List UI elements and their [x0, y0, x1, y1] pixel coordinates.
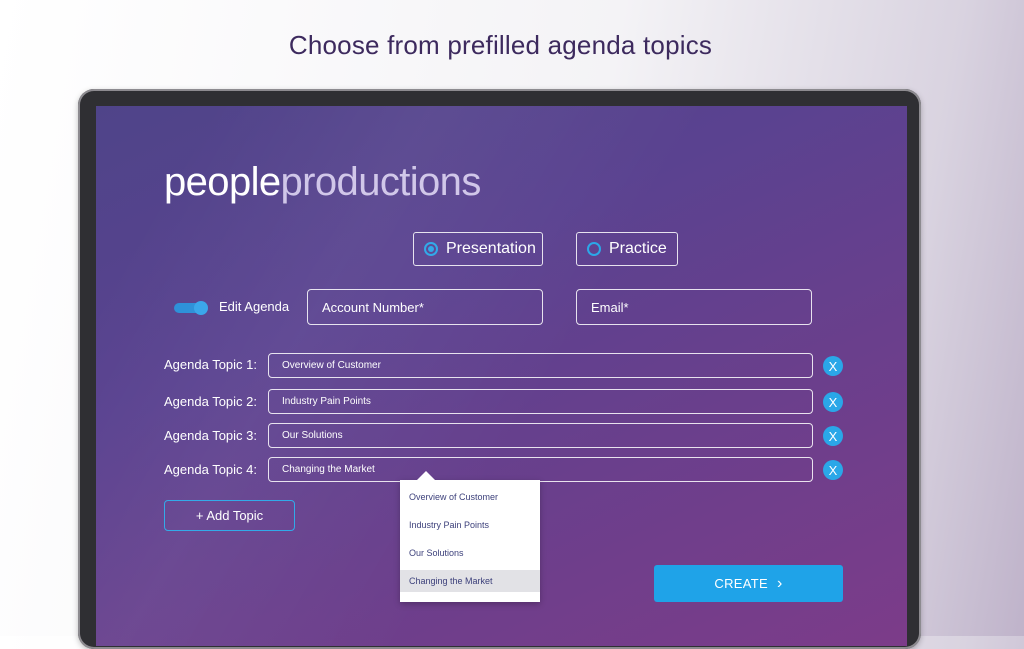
practice-option[interactable]: Practice	[576, 232, 678, 266]
page-headline: Choose from prefilled agenda topics	[288, 30, 713, 60]
agenda-topic-1-field[interactable]: Overview of Customer	[268, 353, 813, 378]
dropdown-option[interactable]: Our Solutions	[400, 542, 540, 564]
presentation-option[interactable]: Presentation	[413, 232, 543, 266]
dropdown-option-selected[interactable]: Changing the Market	[400, 570, 540, 592]
radio-unselected-icon	[587, 242, 601, 256]
agenda-topic-3-field[interactable]: Our Solutions	[268, 423, 813, 448]
practice-label: Practice	[609, 240, 667, 257]
remove-topic-4-button[interactable]: X	[823, 460, 843, 480]
dropdown-option[interactable]: Overview of Customer	[400, 486, 540, 508]
agenda-topic-3-value: Our Solutions	[282, 430, 343, 441]
agenda-topic-2-label: Agenda Topic 2:	[164, 394, 257, 409]
account-number-placeholder: Account Number*	[322, 299, 424, 315]
app-screen: peopleproductions Presentation Practice …	[96, 106, 907, 646]
email-field[interactable]: Email*	[576, 289, 812, 325]
agenda-topic-1-label: Agenda Topic 1:	[164, 357, 257, 372]
agenda-topic-2-value: Industry Pain Points	[282, 396, 371, 407]
create-button[interactable]: CREATE ›	[654, 565, 843, 602]
logo-part-productions: productions	[280, 160, 482, 204]
edit-agenda-label: Edit Agenda	[219, 299, 290, 314]
agenda-topic-4-label: Agenda Topic 4:	[164, 462, 257, 477]
topic-dropdown: Overview of Customer Industry Pain Point…	[400, 471, 540, 602]
agenda-topic-2-field[interactable]: Industry Pain Points	[268, 389, 813, 414]
email-placeholder: Email*	[591, 299, 629, 315]
agenda-topic-3-label: Agenda Topic 3:	[164, 428, 257, 443]
remove-topic-2-button[interactable]: X	[823, 392, 843, 412]
remove-topic-1-button[interactable]: X	[823, 356, 843, 376]
agenda-topic-4-value: Changing the Market	[282, 464, 375, 475]
add-topic-button[interactable]: + Add Topic	[164, 500, 295, 531]
remove-topic-3-button[interactable]: X	[823, 426, 843, 446]
account-number-field[interactable]: Account Number*	[307, 289, 543, 325]
create-label: CREATE	[714, 576, 768, 591]
presentation-label: Presentation	[446, 240, 536, 257]
edit-agenda-toggle[interactable]	[174, 301, 208, 315]
dropdown-option[interactable]: Industry Pain Points	[400, 514, 540, 536]
logo: peopleproductions	[164, 160, 481, 205]
logo-part-people: people	[164, 160, 281, 204]
agenda-topic-1-value: Overview of Customer	[282, 360, 381, 371]
agenda-topic-4-field[interactable]: Changing the Market	[268, 457, 813, 482]
chevron-right-icon: ›	[776, 574, 783, 592]
radio-selected-icon	[424, 242, 438, 256]
